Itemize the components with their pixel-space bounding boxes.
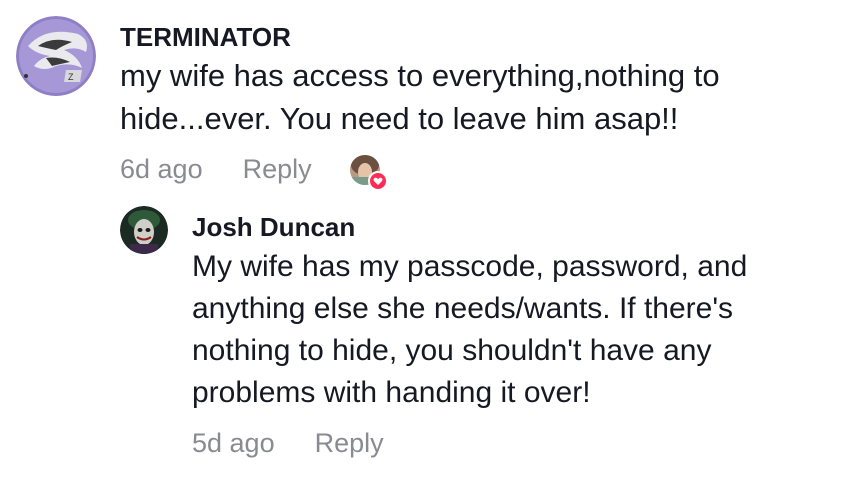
- avatar[interactable]: [120, 206, 168, 254]
- reply-text: My wife has my passcode, password, and a…: [192, 250, 748, 409]
- comment-text: my wife has access to everything,nothing…: [120, 58, 720, 136]
- comment-meta: 6d ago Reply: [120, 154, 826, 191]
- creator-liked-badge: [349, 154, 388, 191]
- reply-meta: 5d ago Reply: [192, 428, 820, 459]
- comment-timestamp: 6d ago: [120, 154, 203, 184]
- dragon-logo-avatar-icon: Z: [16, 16, 96, 96]
- reply-username[interactable]: Josh Duncan: [192, 206, 820, 242]
- reply-button[interactable]: Reply: [315, 428, 384, 459]
- svg-text:Z: Z: [68, 72, 74, 82]
- joker-avatar-icon: [120, 206, 168, 254]
- heart-icon: [367, 170, 388, 191]
- avatar[interactable]: Z: [16, 16, 96, 96]
- reply-button[interactable]: Reply: [243, 154, 312, 185]
- comment-username[interactable]: TERMINATOR: [120, 16, 826, 52]
- reply-timestamp: 5d ago: [192, 428, 275, 458]
